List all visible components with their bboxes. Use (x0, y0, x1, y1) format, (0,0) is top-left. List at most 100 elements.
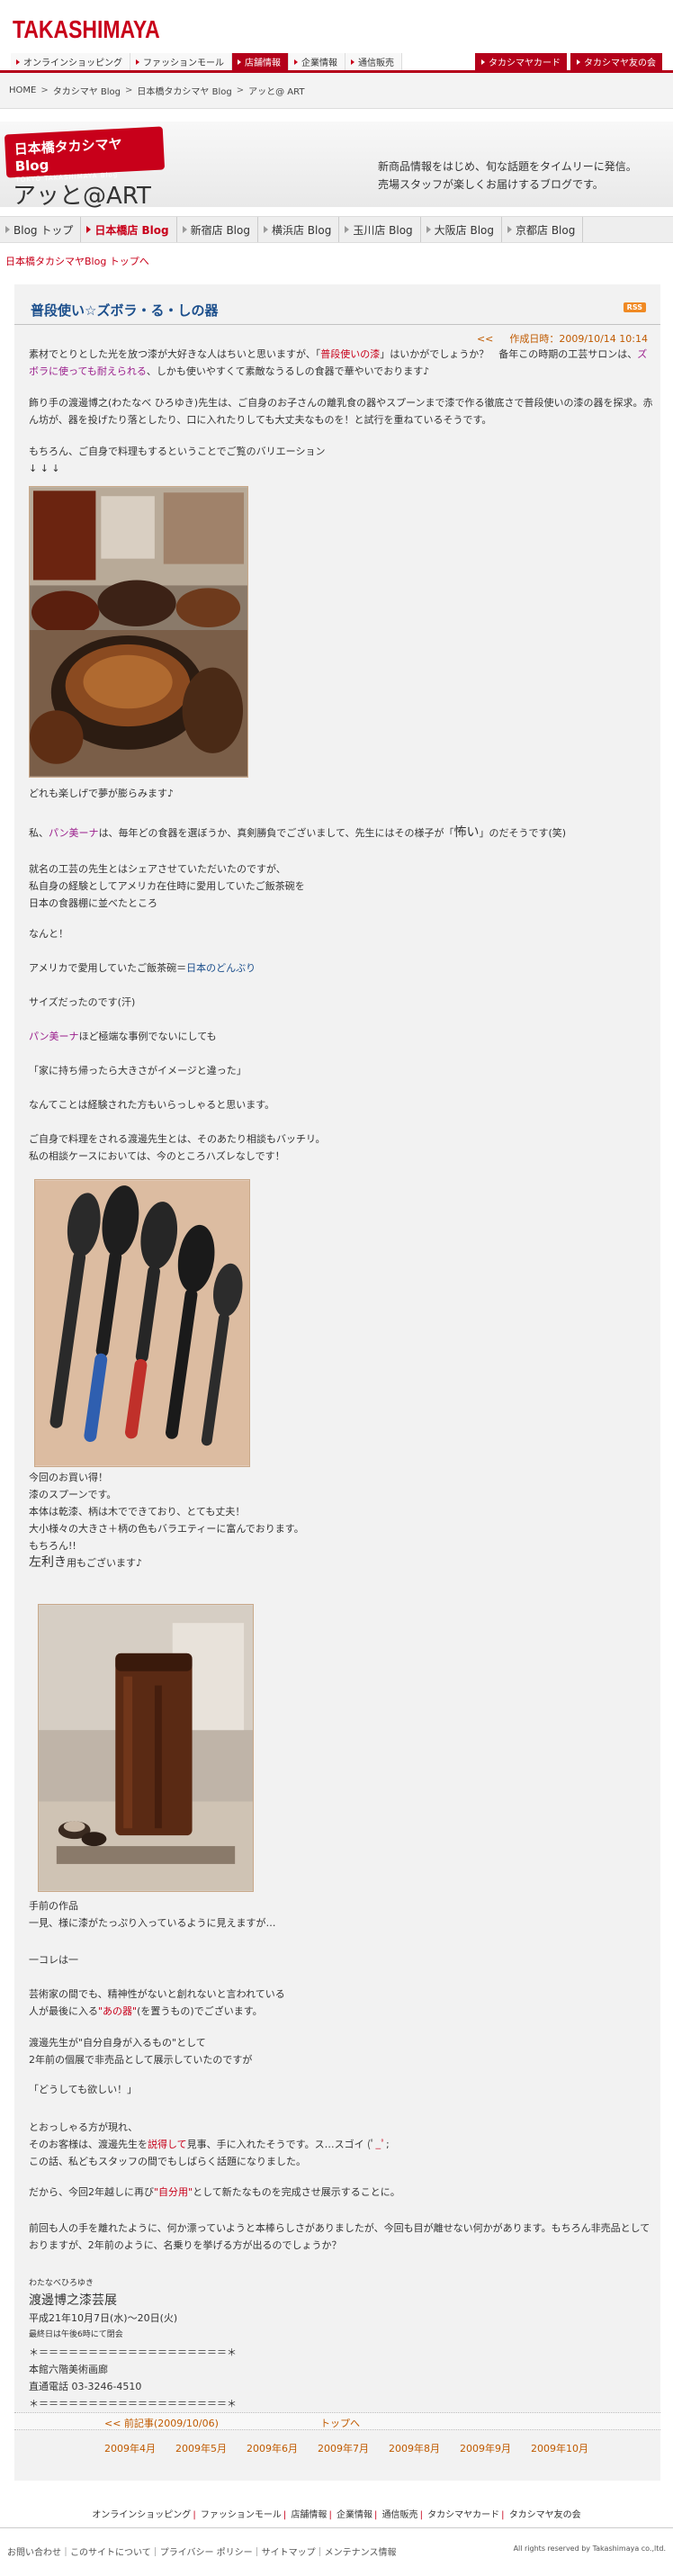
exhibition-title: 渡邊博之漆芸展 (29, 2293, 117, 2308)
tab-label: 新宿店 Blog (190, 223, 250, 237)
tab-yokohama-blog[interactable]: 横浜店 Blog (258, 217, 340, 242)
text: 本体は乾漆、柄は木でできており、とても丈夫！ (29, 1506, 246, 1518)
arrow-right-icon (577, 59, 580, 65)
footer-link-mail-order[interactable]: 通信販売 (382, 2510, 418, 2520)
global-nav-corporate-info[interactable]: 企業情報 (289, 53, 345, 70)
archive-link[interactable]: 2009年7月 (318, 2441, 369, 2455)
tab-label: 日本橋店 Blog (94, 223, 169, 237)
highlight-text: 説得して (148, 2139, 187, 2150)
emphasis-text: 左利き (29, 1555, 67, 1570)
tab-shinjuku-blog[interactable]: 新宿店 Blog (177, 217, 258, 242)
divider-text: ＊＝＝＝＝＝＝＝＝＝＝＝＝＝＝＝＝＝＝＝＊ (29, 2346, 237, 2358)
tab-osaka-blog[interactable]: 大阪店 Blog (421, 217, 502, 242)
highlight-text: 日本のどんぶり (186, 962, 256, 974)
post-paragraph: だから、今回2年越しに再び"自分用"として新たなものを完成させ展示することに。 (29, 2184, 653, 2201)
footer-divider (0, 2527, 673, 2528)
takashimaya-logo[interactable]: TAKASHIMAYA (13, 15, 160, 44)
site-footer-links: オンラインショッピング | ファッションモール | 店舗情報 | 企業情報 | 通信販売… (0, 2507, 673, 2520)
post-paragraph: ご自身で料理をされる渡邊先生とは、そのあたり相談もバッチリ。 私の相談ケースにお… (29, 1130, 653, 1165)
post-paragraph: 手前の作品 一見、様に漆がたっぷり入っているように見えますが… (29, 1897, 653, 1932)
text: 人が最後に入る (29, 2005, 98, 2017)
post-paragraph: 一コレは一 (29, 1954, 78, 1966)
breadcrumb-nihonbashi-blog[interactable]: 日本橋タカシマヤ Blog (137, 84, 231, 97)
text: ; (385, 2139, 390, 2150)
archive-link[interactable]: 2009年9月 (460, 2441, 511, 2455)
text: 素材でとりとした光を放つ漆が大好きな人はちいと思いますが、「 (29, 348, 321, 360)
blog-banner: 日本橋タカシマヤBlog TOKYO TAKASHIMAYA Blog アッと@… (0, 122, 673, 210)
text: (を置うもの)でございます。 (137, 2005, 263, 2017)
global-nav-label: ファッションモール (143, 59, 224, 68)
blog-badge[interactable]: 日本橋タカシマヤBlog TOKYO TAKASHIMAYA Blog (4, 126, 166, 184)
global-nav-online-shopping[interactable]: オンラインショッピング (11, 53, 130, 70)
text: 一見、様に漆がたっぷり入っているように見えますが… (29, 1917, 276, 1929)
text: 最終日は午後6時にて閉会 (29, 2330, 123, 2339)
arrow-right-icon (86, 226, 92, 233)
global-nav-store-info[interactable]: 店舗情報 (232, 53, 289, 70)
text: 芸術家の間でも、精神性がないと創れないと言われている (29, 1988, 285, 2000)
divider-text: ＊＝＝＝＝＝＝＝＝＝＝＝＝＝＝＝＝＝＝＝＊ (29, 2398, 237, 2409)
post-paragraph: 前回も人の手を離れたように、何か漂っていようと本棒らしさがありましたが、今回も目… (29, 2222, 651, 2251)
rss-icon[interactable]: RSS (623, 302, 646, 312)
tab-label: 大阪店 Blog (434, 223, 494, 237)
post-paragraph: 「家に持ち帰ったら大きさがイメージと違った」 (29, 1065, 247, 1076)
previous-post-link[interactable]: << 前記事(2009/10/06) (104, 2416, 219, 2430)
archive-link[interactable]: 2009年6月 (247, 2441, 298, 2455)
footer-link-card[interactable]: タカシマヤカード (427, 2510, 499, 2520)
tab-blog-top[interactable]: Blog トップ (0, 217, 82, 242)
footer-link-online-shopping[interactable]: オンラインショッピング (92, 2510, 191, 2520)
text: もちろん!! (29, 1540, 76, 1552)
blog-title: アッと@ART (13, 183, 151, 210)
arrow-right-icon (16, 59, 20, 65)
footer-link-corporate-info[interactable]: 企業情報 (336, 2510, 372, 2520)
archive-link[interactable]: 2009年4月 (104, 2441, 156, 2455)
global-nav-fashion-mall[interactable]: ファッションモール (130, 53, 232, 70)
footer-separator: | (419, 2510, 423, 2520)
footer-link-store-info[interactable]: 店舗情報 (291, 2510, 327, 2520)
breadcrumb-takashimaya-blog[interactable]: タカシマヤ Blog (53, 84, 121, 97)
text: とおっしゃる方が現れ、 (29, 2121, 139, 2133)
blog-tabs: Blog トップ 日本橋店 Blog 新宿店 Blog 横浜店 Blog 玉川店… (0, 216, 673, 243)
tab-nihonbashi-blog[interactable]: 日本橋店 Blog (81, 217, 177, 242)
footer-utility-links[interactable]: お問い合わせ｜このサイトについて｜プライバシー ポリシー｜サイトマップ｜メンテナ… (7, 2544, 396, 2558)
footer-separator: | (501, 2510, 505, 2520)
text: 漆のスプーンです。 (29, 1489, 117, 1500)
text: ご自身で料理をされる渡邊先生とは、そのあたり相談もバッチリ。 (29, 1133, 326, 1145)
takashimaya-card-label: タカシマヤカード (489, 59, 561, 68)
global-nav-label: 企業情報 (301, 59, 337, 68)
global-nav-mail-order[interactable]: 通信販売 (345, 53, 402, 70)
copyright: All rights reserved by Takashimaya co.,l… (513, 2544, 666, 2553)
arrow-right-icon (136, 59, 139, 65)
tab-tamagawa-blog[interactable]: 玉川店 Blog (339, 217, 421, 242)
archive-link[interactable]: 2009年10月 (531, 2441, 588, 2455)
archive-link[interactable]: 2009年8月 (389, 2441, 440, 2455)
blog-top-link[interactable]: 日本橋タカシマヤBlog トップへ (5, 254, 149, 268)
post-paragraph: もちろん、ご自身で料理もするということでご覧のバリエーション ↓ ↓ ↓ (29, 443, 653, 477)
post-paragraph: とおっしゃる方が現れ、 そのお客様は、渡邊先生を説得して見事、手に入れたそうです… (29, 2119, 653, 2170)
text: 本館六階美術画廊 (29, 2364, 108, 2375)
archive-links: 2009年4月 2009年5月 2009年6月 2009年7月 2009年8月 … (104, 2441, 588, 2455)
main-content: 普段使い☆ズボラ・る・しの器 RSS << 作成日時：2009/10/14 10:… (14, 284, 660, 2481)
text: 見事、手に入れたそうです。ス…スゴイ ( (186, 2139, 376, 2150)
post-paragraph: パン美ーナほど極端な事例でないにしても (29, 1028, 653, 1045)
takashimaya-friends-button[interactable]: タカシマヤ友の会 (570, 53, 662, 70)
archive-link[interactable]: 2009年5月 (175, 2441, 227, 2455)
arrow-right-icon (351, 59, 354, 65)
text: 大小様々の大きさ＋柄の色もバラエティーに富んでおります。 (29, 1523, 304, 1535)
top-link[interactable]: トップへ (320, 2416, 360, 2430)
breadcrumb-home[interactable]: HOME (9, 86, 36, 95)
footer-separator: | (374, 2510, 378, 2520)
takashimaya-card-button[interactable]: タカシマヤカード (475, 53, 567, 70)
lacquer-spoons-photo (34, 1179, 250, 1467)
text: 渡邊先生が"自分自身が入るもの"として (29, 2037, 206, 2049)
footer-link-fashion-mall[interactable]: ファッションモール (201, 2510, 282, 2520)
highlight-text: "あの器" (98, 2005, 138, 2017)
text: 今回のお買い得！ (29, 1472, 108, 1483)
arrow-right-icon (345, 226, 350, 233)
text: として新たなものを完成させ展示することに。 (193, 2186, 400, 2198)
lacquer-vessel-photo (38, 1604, 254, 1892)
breadcrumb-separator: > (125, 86, 133, 95)
breadcrumb: HOME > タカシマヤ Blog > 日本橋タカシマヤ Blog > アッと@… (0, 73, 673, 109)
global-nav-label: オンラインショッピング (23, 59, 122, 68)
footer-link-friends[interactable]: タカシマヤ友の会 (509, 2510, 581, 2520)
tab-kyoto-blog[interactable]: 京都店 Blog (502, 217, 584, 242)
